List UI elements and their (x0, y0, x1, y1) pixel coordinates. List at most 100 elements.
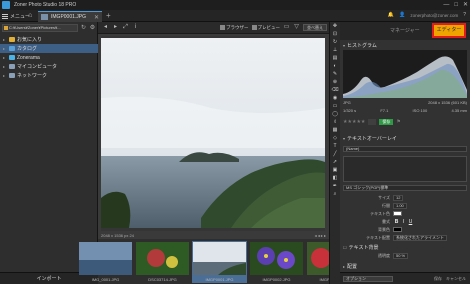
menu-button[interactable]: メニュー (2, 12, 30, 20)
expand-arrow-icon[interactable]: ▸ (3, 37, 7, 42)
browser-button[interactable]: ブラウザー (220, 24, 249, 31)
rotate-tool-icon[interactable]: ↻ (331, 39, 340, 46)
frame-tool-icon[interactable]: ▣ (331, 167, 340, 174)
expand-arrow-icon[interactable]: ▸ (3, 73, 7, 78)
close-window-button[interactable]: ✕ (463, 1, 468, 9)
text-color-swatch[interactable] (393, 211, 402, 216)
tree-item-label: カタログ (17, 46, 38, 52)
refresh-icon[interactable]: ↻ (80, 24, 87, 32)
lasso-tool-icon[interactable]: ℓ (331, 119, 340, 126)
size-row: サイズ 12 (343, 194, 467, 201)
alignment-dropdown[interactable]: 系統化されたアライメント (393, 234, 447, 241)
thumbnail-label: IMGP0001.JPG (205, 277, 234, 282)
film-thumb[interactable]: DSC03714.JPG (135, 241, 190, 283)
size-field[interactable]: 12 (393, 194, 404, 201)
thumbnail-image (136, 242, 189, 275)
flag-box[interactable] (368, 119, 377, 125)
color-tool-icon[interactable]: ◐ (331, 63, 340, 70)
properties-panel: マネージャー エディター ▾ ヒストグラム JPG 2048 x 1536 (6… (340, 22, 470, 284)
line-tool-icon[interactable]: ╱ (331, 151, 340, 158)
film-thumb-selected[interactable]: IMGP0001.JPG (192, 241, 247, 283)
save-green-button[interactable]: 保存 (379, 119, 394, 125)
select-ellipse-icon[interactable]: ◯ (331, 111, 340, 118)
bg-color-swatch[interactable] (393, 227, 402, 232)
checkbox-icon[interactable]: ☐ (343, 245, 347, 250)
filmstrip: IMG_0001.JPG DSC03714.JPG IMGP0001.JPG I… (79, 239, 360, 284)
film-thumb[interactable]: IMGP0002.JPG (249, 241, 304, 283)
shape-tool-icon[interactable]: ◇ (331, 135, 340, 142)
text-overlay-header[interactable]: ▾ テキストオーバーレイ (340, 134, 470, 142)
line-spacing-field[interactable]: 1.00 (393, 202, 407, 209)
sort-dropdown[interactable]: 並べ替え (303, 24, 327, 31)
font-dropdown[interactable]: MS ゴシック(PGP)標準 (343, 185, 467, 191)
histogram-title: ヒストグラム (347, 42, 377, 49)
back-icon[interactable]: ◂ (102, 24, 109, 31)
tab-manager[interactable]: マネージャー (390, 26, 420, 36)
expand-arrow-icon[interactable]: ▸ (3, 64, 7, 69)
position-header[interactable]: ▸ 配置 (340, 262, 470, 270)
home-icon[interactable]: ⌂ (28, 12, 36, 20)
settings-icon[interactable]: ⚙ (89, 24, 96, 32)
zoom-fit-icon[interactable]: ⤢ (122, 24, 129, 31)
zoom-tool-icon[interactable]: ⌕ (331, 191, 340, 198)
tree-item-favorites[interactable]: ▸ お気に入り (0, 35, 98, 44)
tree-item-network[interactable]: ▸ ネットワーク (0, 71, 98, 80)
tree-item-catalog[interactable]: ▸ カタログ (0, 44, 98, 53)
arrow-tool-icon[interactable]: ➚ (331, 159, 340, 166)
crop-tool-icon[interactable]: ⊡ (331, 31, 340, 38)
forward-icon[interactable]: ▸ (112, 24, 119, 31)
histogram-header[interactable]: ▾ ヒストグラム (340, 41, 470, 49)
gradient-tool-icon[interactable]: ▦ (331, 127, 340, 134)
file-thumbnail-icon (41, 14, 48, 20)
preview-button[interactable]: プレビュー (251, 24, 280, 31)
minimize-button[interactable]: — (443, 1, 449, 9)
tree-item-label: ネットワーク (17, 73, 48, 79)
redeye-tool-icon[interactable]: ◉ (331, 95, 340, 102)
new-tab-button[interactable]: + (106, 11, 111, 21)
compare-icon[interactable]: ▭ (283, 24, 290, 31)
tab-bar-tools: 🔔 👤 zonerphoto@zoner.com ? (388, 12, 466, 18)
picker-tool-icon[interactable]: ✒ (331, 183, 340, 190)
maximize-button[interactable]: □ (454, 1, 458, 9)
overlay-text-area[interactable] (343, 156, 467, 182)
select-rect-icon[interactable]: ▭ (331, 103, 340, 110)
straighten-tool-icon[interactable]: ⟂ (331, 47, 340, 54)
cancel-button[interactable]: キャンセル (446, 276, 466, 282)
file-format: JPG (343, 100, 351, 105)
image-viewer[interactable] (101, 36, 325, 231)
levels-tool-icon[interactable]: ▤ (331, 55, 340, 62)
underline-button[interactable]: U (407, 219, 414, 225)
film-thumb[interactable]: IMG_0001.JPG (78, 241, 133, 283)
clone-tool-icon[interactable]: ⊕ (331, 79, 340, 86)
fill-tool-icon[interactable]: ◧ (331, 175, 340, 182)
options-dropdown[interactable]: オプション (343, 276, 393, 282)
bold-button[interactable]: B (393, 219, 400, 225)
info-icon[interactable]: i (132, 24, 139, 31)
text-background-toggle[interactable]: ☐ テキスト背景 (340, 243, 470, 251)
expand-arrow-icon[interactable]: ▸ (3, 55, 7, 60)
filter-icon[interactable]: ▽ (293, 24, 300, 31)
name-field[interactable]: (Name) (343, 146, 467, 152)
account-icon[interactable]: 👤 (399, 12, 405, 18)
save-button[interactable]: 保存 (434, 276, 442, 282)
tree-item-zonerama[interactable]: ▸ Zonerama (0, 53, 98, 62)
tree-item-my-computer[interactable]: ▸ マイコンピュータ (0, 62, 98, 71)
preview-toolbar: ◂ ▸ ⤢ i ブラウザー プレビュー ▭ ▽ 並べ替え (98, 22, 329, 34)
preview-icon (251, 25, 257, 30)
notifications-icon[interactable]: 🔔 (388, 12, 394, 18)
brush-tool-icon[interactable]: ✎ (331, 71, 340, 78)
move-tool-icon[interactable]: ✥ (331, 23, 340, 30)
text-tool-icon[interactable]: T (331, 143, 340, 150)
opacity-field[interactable]: 50 % (393, 252, 409, 259)
tab-editor[interactable]: エディター (432, 23, 466, 38)
pin-icon[interactable]: ⚑ (396, 119, 400, 125)
italic-button[interactable]: I (400, 219, 407, 225)
help-icon[interactable]: ? (463, 12, 466, 18)
user-email[interactable]: zonerphoto@zoner.com (410, 13, 458, 18)
expand-arrow-icon[interactable]: ▸ (3, 46, 7, 51)
tab-file[interactable]: IMGP0001.JPG ✕ (38, 11, 102, 22)
close-tab-icon[interactable]: ✕ (94, 14, 99, 21)
path-input[interactable]: C:¥Users¥Zoner¥Pictures¥... (2, 24, 78, 32)
eraser-tool-icon[interactable]: ⌫ (331, 87, 340, 94)
star-icon[interactable]: ★★★★★ (343, 119, 365, 125)
